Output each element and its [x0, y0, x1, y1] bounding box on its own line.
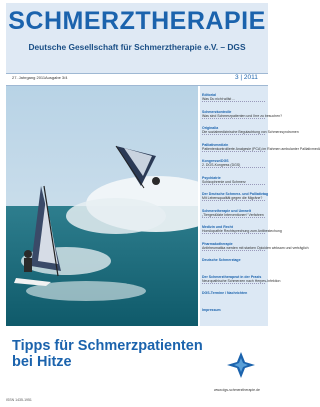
- toc-article-title: Mit Lebensqualität gegen die Migräne?: [202, 196, 265, 201]
- toc-category: Impressum: [202, 307, 221, 312]
- toc-entry: DGS-Termine / Nachrichten: [202, 291, 265, 295]
- headline-line-2: bei Hitze: [12, 354, 72, 370]
- toc-article-title: Antirheumatika werden mit starken Opioid…: [202, 245, 309, 251]
- cover-headline: Tipps für Schmerzpatienten bei Hitze: [12, 338, 203, 370]
- toc-category: DGS-Termine / Nachrichten: [202, 291, 248, 295]
- toc-article-title: Was sind Schmerzpatienten und Ihre zu be…: [202, 113, 283, 119]
- toc-entry: Deutsche Schmerztage: [202, 258, 265, 262]
- dgs-logo-icon: [227, 352, 255, 378]
- toc-entry: Der Deutsche Schmerz- und Palliativtag Mi…: [202, 192, 268, 201]
- cover-photo-windsurfers: [6, 86, 198, 326]
- publisher-subtitle: Deutsche Gesellschaft für Schmerztherapi…: [28, 42, 246, 52]
- toc-article-title: 2. DGS-Kongress (DGS): [202, 163, 265, 168]
- toc-article-title: Patientenkontrollierte Analgesie (PCA) i…: [202, 146, 320, 152]
- toc-entry: Der Schmerztherapeut in der Praxis Neurop…: [202, 274, 281, 284]
- toc-entry: Schmerzkontrolle Was sind Schmerzpatiente…: [202, 110, 283, 119]
- toc-entry: Impressum: [202, 308, 265, 312]
- toc-entry: Palliativmedizin Patientenkontrollierte A…: [202, 143, 320, 152]
- issue-date: 3 | 2011: [235, 74, 258, 81]
- toc-entry: Editorial Was Du nicht willst ...: [202, 93, 265, 102]
- toc-entry: Medizin und Recht Homöopathie Rechtsprech…: [202, 225, 282, 234]
- toc-article-title: Die sozialmedizinische Begutachtung von …: [202, 130, 299, 135]
- toc-entry: Originalia Die sozialmedizinische Begutac…: [202, 126, 299, 135]
- toc-category: Deutsche Schmerztage: [202, 258, 241, 262]
- volume-label: 27. Jahrgang 2011: [12, 75, 46, 80]
- magazine-cover: SCHMERZTHERAPIE Deutsche Gesellschaft fü…: [0, 0, 320, 407]
- toc-entry: Psychiatrie Schizophrenie und Schmerz: [202, 176, 265, 185]
- toc-article-title: Schizophrenie und Schmerz: [202, 180, 265, 185]
- toc-entry: Schmerztherapie und Umwelt „Tiergestützte…: [202, 209, 265, 218]
- table-of-contents: [200, 86, 268, 326]
- toc-entry: Kongresse/DGS 2. DGS-Kongress (DGS): [202, 159, 265, 168]
- toc-article-title: Was Du nicht willst ...: [202, 97, 265, 102]
- toc-article-title: Neuropathische Schmerzen nach Herpes-Inf…: [202, 278, 281, 284]
- footer-code: ISSN 1435-1951: [6, 398, 32, 402]
- toc-entry: Pharmakotherapie Antirheumatika werden mi…: [202, 242, 309, 251]
- toc-category: Der Schmerztherapeut in der Praxis: [202, 274, 262, 279]
- toc-article-title: „Tiergestützte Interventionen“ Verfahren: [202, 212, 265, 218]
- magazine-title: SCHMERZTHERAPIE: [8, 7, 266, 35]
- website-url: www.dgs-schmerztherapie.de: [214, 388, 260, 392]
- issue-label: Ausgabe 3/4: [45, 75, 68, 80]
- toc-article-title: Homöopathie Rechtsprechung zum Antibeste…: [202, 229, 282, 234]
- headline-line-1: Tipps für Schmerzpatienten: [12, 338, 203, 354]
